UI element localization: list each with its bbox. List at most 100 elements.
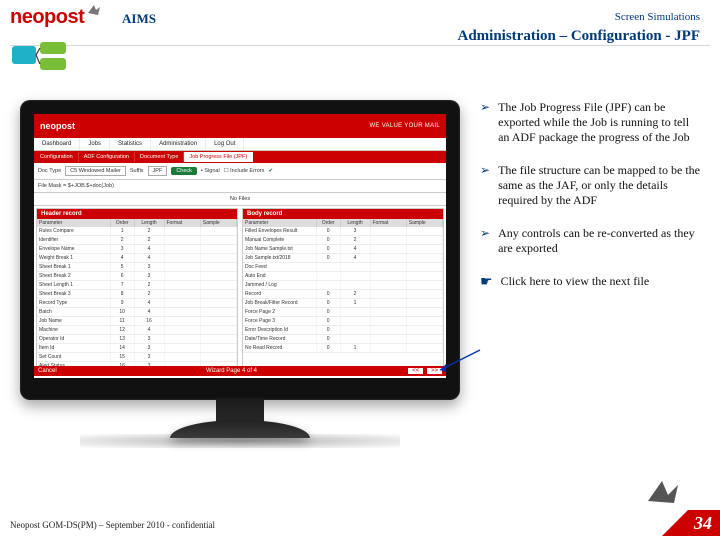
table-row[interactable]: Job Name Sample.txt04 [243,245,443,254]
col-length: Length [135,219,165,227]
table-row[interactable]: Date/Time Record0 [243,335,443,344]
table-row[interactable]: Record02 [243,290,443,299]
tab-jpf[interactable]: Job Progress File (JPF) [184,152,253,162]
table-row[interactable]: Manual Complete02 [243,236,443,245]
cell [407,227,443,235]
table-row[interactable]: Envelope Name34 [37,245,237,254]
suffix-label: Suffix [130,168,144,174]
include-errors-checkbox[interactable]: ☐ Include Errors [224,168,265,174]
cell: Batch [37,308,111,316]
cell [407,290,443,298]
tab-configuration[interactable]: Configuration [35,152,79,162]
nav-administration[interactable]: Administration [151,138,206,150]
col-format: Format [165,219,201,227]
table-row[interactable]: Job Break/Filter Record01 [243,299,443,308]
cell: 4 [341,254,371,262]
cell [201,353,237,361]
monitor-bezel: neopost WE VALUE YOUR MAIL Dashboard Job… [20,100,460,400]
cell [201,254,237,262]
col-order: Order [317,219,341,227]
cell [201,290,237,298]
table-row[interactable]: Set Count153 [37,353,237,362]
no-files-label: No Files [230,196,250,202]
table-row[interactable]: Record Type94 [37,299,237,308]
cell [317,263,341,271]
cell: 0 [317,245,341,253]
nav-statistics[interactable]: Statistics [110,138,151,150]
cell [201,308,237,316]
cell [371,263,407,271]
table-row[interactable]: Jammed / Log [243,281,443,290]
table-row[interactable]: Rules Compare12 [37,227,237,236]
cell [201,236,237,244]
table-row[interactable]: Operator Id133 [37,335,237,344]
cell: Weight Break 1 [37,254,111,262]
cell [371,317,407,325]
col-parameter: Parameter [243,219,317,227]
table-row[interactable]: Error Description Id0 [243,326,443,335]
cell: 4 [135,299,165,307]
table-row[interactable]: Machine124 [37,326,237,335]
tab-adf-configuration[interactable]: ADF Configuration [79,152,135,162]
cell [341,317,371,325]
header-divider [10,45,710,46]
table-row[interactable]: Auto End [243,272,443,281]
cancel-button[interactable]: Cancel [38,368,57,374]
table-row[interactable]: Sheet Break 153 [37,263,237,272]
cell [407,254,443,262]
check-button[interactable]: Check [171,167,197,175]
cell: Error Description Id [243,326,317,334]
doc-type-select[interactable]: C5 Windowed Mailer [65,166,126,176]
cell: 0 [317,308,341,316]
file-mask-label: File Mask = $+JOB.$+doc(Job) [38,183,114,189]
cell [407,281,443,289]
cell: 4 [135,308,165,316]
right-column-headers: Parameter Order Length Format Sample [243,219,443,227]
table-row[interactable]: Sheet Break 263 [37,272,237,281]
nav-dashboard[interactable]: Dashboard [34,138,80,150]
table-row[interactable]: Job Name1116 [37,317,237,326]
cell [201,317,237,325]
product-name: AIMS [122,11,156,27]
cell: 4 [111,254,135,262]
cell [165,308,201,316]
cell [407,335,443,343]
footer-logo-icon [644,477,682,512]
bullet-item: ☛ Click here to view the next file [480,274,700,292]
table-row[interactable]: Force Page 30 [243,317,443,326]
cell: Item Id [37,344,111,352]
cell [165,353,201,361]
bullet-item: ➢ The file structure can be mapped to be… [480,163,700,208]
cell [165,344,201,352]
table-row[interactable]: Filled Envelopes Result03 [243,227,443,236]
table-row[interactable]: Sheet Length 172 [37,281,237,290]
cell: 12 [111,326,135,334]
nav-jobs[interactable]: Jobs [80,138,110,150]
table-row[interactable]: Sheet Break 382 [37,290,237,299]
table-row[interactable]: Identifier22 [37,236,237,245]
table-row[interactable]: Batch104 [37,308,237,317]
bullet-arrow-icon: ➢ [480,163,490,208]
tab-document-type[interactable]: Document Type [135,152,184,162]
bullet-arrow-icon: ➢ [480,226,490,256]
cell: Date/Time Record [243,335,317,343]
prev-button[interactable]: << [408,368,423,374]
suffix-input[interactable]: JPF [148,166,168,176]
table-row[interactable]: Weight Break 144 [37,254,237,263]
table-row[interactable]: Job Sample.txt/201804 [243,254,443,263]
monitor-stand-base [170,420,310,438]
table-row[interactable]: Force Page 20 [243,308,443,317]
app-screenshot: neopost WE VALUE YOUR MAIL Dashboard Job… [34,114,446,378]
cell [317,281,341,289]
app-brand-text: neopost [40,121,75,131]
nav-logout[interactable]: Log Out [206,138,244,150]
table-row[interactable]: No Read Record01 [243,344,443,353]
toolbar-row-2: File Mask = $+JOB.$+doc(Job) [34,180,446,193]
cell [371,335,407,343]
table-row[interactable]: Doc Feed [243,263,443,272]
cell [201,326,237,334]
cell: 4 [135,245,165,253]
cell: 2 [135,227,165,235]
table-row[interactable]: Item Id143 [37,344,237,353]
cell: 4 [341,245,371,253]
